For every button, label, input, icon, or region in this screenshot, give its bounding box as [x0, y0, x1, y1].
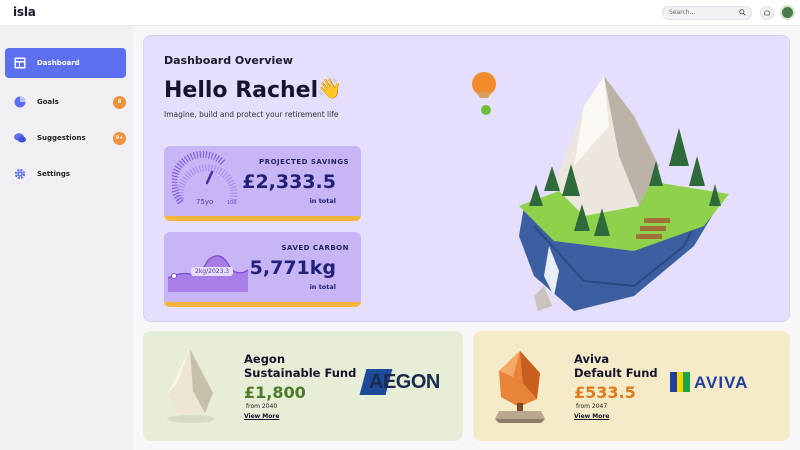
fund-name: Aegon Sustainable Fund	[244, 352, 364, 380]
aviva-logo-mark	[670, 372, 690, 392]
white-rock-illustration	[167, 349, 215, 423]
avatar[interactable]	[780, 5, 795, 20]
aviva-logo: AVIVA	[670, 371, 766, 393]
dashboard-hero: Dashboard Overview Hello Rachel 👋 Imagin…	[143, 35, 790, 322]
gear-icon	[14, 168, 26, 180]
page-subtitle: Dashboard Overview	[164, 54, 293, 67]
orange-tree-illustration	[495, 351, 545, 423]
goals-icon	[14, 96, 26, 108]
saved-carbon-card[interactable]: 2kg/2023.3 SAVED CARBON 5,771kg in total	[164, 232, 361, 307]
sidebar-item-goals[interactable]: Goals 8	[5, 87, 126, 117]
dashboard-icon	[14, 57, 26, 69]
hero-tagline: Imagine, build and protect your retireme…	[164, 110, 339, 119]
stat-label: SAVED CARBON	[281, 244, 349, 252]
sidebar-item-label: Dashboard	[37, 59, 80, 67]
greeting-title: Hello Rachel	[164, 78, 319, 103]
gauge-value: 75yo	[196, 198, 214, 206]
aegon-logo-text: AEGON	[369, 371, 440, 393]
fund-name-line: Aegon	[244, 352, 286, 366]
fund-start-year: from 2040	[246, 403, 278, 410]
stat-label: PROJECTED SAVINGS	[259, 158, 349, 166]
search-icon	[739, 9, 746, 16]
waving-hand-icon: 👋	[317, 76, 342, 100]
sidebar-item-settings[interactable]: Settings	[5, 159, 126, 189]
view-more-link[interactable]: View More	[574, 413, 609, 420]
sidebar-item-label: Suggestions	[37, 134, 86, 142]
search-placeholder: Search...	[669, 9, 696, 16]
app-logo[interactable]: isla	[13, 5, 36, 19]
stat-note: in total	[309, 197, 336, 205]
sidebar-item-label: Goals	[37, 98, 59, 106]
view-more-link[interactable]: View More	[244, 413, 279, 420]
goals-badge: 8	[113, 96, 126, 109]
chat-icon	[14, 133, 26, 143]
fund-name-line: Sustainable Fund	[244, 366, 357, 380]
stat-value: 5,771kg	[249, 257, 336, 279]
aviva-logo-text: AVIVA	[694, 373, 749, 392]
stat-value: £2,333.5	[242, 171, 336, 193]
sidebar: Dashboard Goals 8 Suggestions 9+ Setting…	[0, 26, 133, 450]
top-bar: isla Search...	[0, 0, 800, 26]
aegon-logo: AEGON	[359, 367, 440, 395]
sidebar-item-suggestions[interactable]: Suggestions 9+	[5, 123, 126, 153]
carbon-chart-label: 2kg/2023.3	[191, 267, 234, 276]
fund-start-year: from 2047	[576, 403, 608, 410]
notifications-bell-icon[interactable]	[760, 6, 774, 20]
fund-amount: £533.5	[574, 383, 636, 402]
suggestions-badge: 9+	[113, 132, 126, 145]
fund-card-aviva[interactable]: Aviva Default Fund £533.5 from 2047 View…	[473, 331, 790, 441]
floating-island-illustration	[472, 72, 729, 311]
gauge-max: 100	[227, 200, 237, 206]
sidebar-item-label: Settings	[37, 170, 71, 178]
projected-savings-card[interactable]: 75yo 100 PROJECTED SAVINGS £2,333.5 in t…	[164, 146, 361, 221]
sidebar-item-dashboard[interactable]: Dashboard	[5, 48, 126, 78]
stat-note: in total	[309, 283, 336, 291]
search-input[interactable]: Search...	[662, 6, 752, 20]
fund-name-line: Aviva	[574, 352, 610, 366]
fund-amount: £1,800	[244, 383, 306, 402]
fund-card-aegon[interactable]: Aegon Sustainable Fund £1,800 from 2040 …	[143, 331, 463, 441]
